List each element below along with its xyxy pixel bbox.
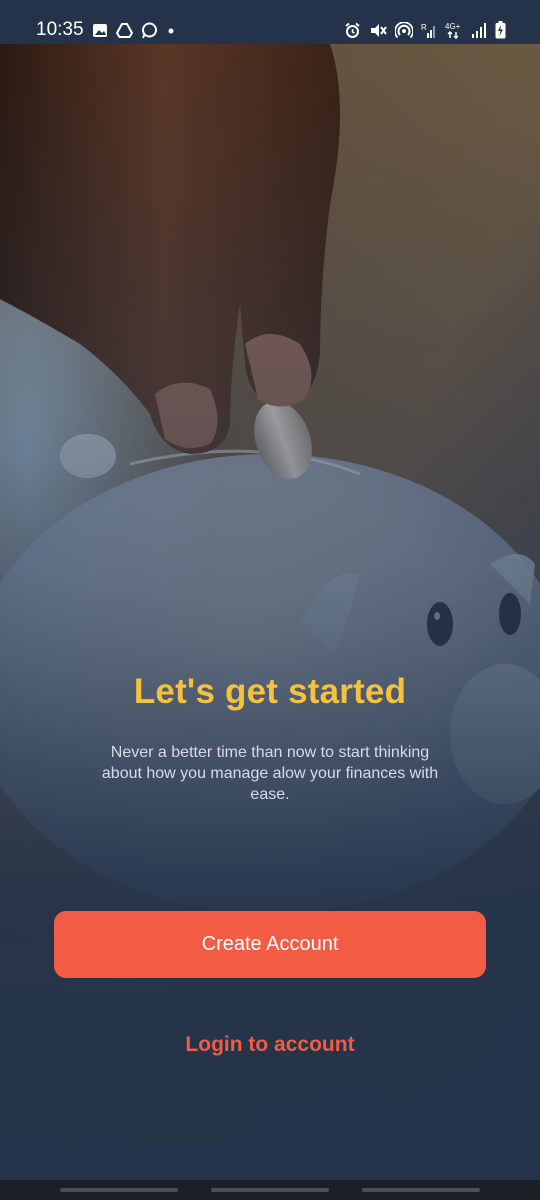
svg-text:4G+: 4G+ (445, 22, 461, 31)
status-time: 10:35 (36, 19, 84, 40)
hotspot-icon (395, 21, 413, 38)
status-right-icons: R 4G+ (344, 21, 506, 39)
notification-dot-icon (168, 28, 174, 33)
status-bar: 10:35 R 4G+ (0, 0, 540, 44)
whatsapp-icon (142, 22, 157, 39)
drive-icon (116, 23, 133, 38)
status-left-icons (92, 22, 176, 39)
svg-text:R: R (421, 23, 427, 32)
page-subtitle: Never a better time than now to start th… (101, 744, 439, 803)
alarm-icon (345, 22, 360, 38)
mute-icon (371, 23, 387, 37)
nav-back-button[interactable] (362, 1188, 480, 1192)
page-title: Let's get started (133, 672, 407, 711)
hero-image (0, 44, 540, 1200)
nav-recents-button[interactable] (60, 1188, 178, 1192)
gallery-icon (93, 24, 107, 37)
nav-home-button[interactable] (211, 1188, 329, 1192)
signal-icon (472, 22, 486, 38)
create-account-button[interactable]: Create Account (54, 911, 486, 978)
network-4g-icon: 4G+ (445, 22, 461, 39)
battery-charging-icon (495, 21, 506, 39)
login-link[interactable]: Login to account (0, 1033, 540, 1057)
onboarding-screen: 10:35 R 4G+ Let's get started Never a be… (0, 0, 540, 1200)
signal-r-icon: R (421, 23, 435, 38)
